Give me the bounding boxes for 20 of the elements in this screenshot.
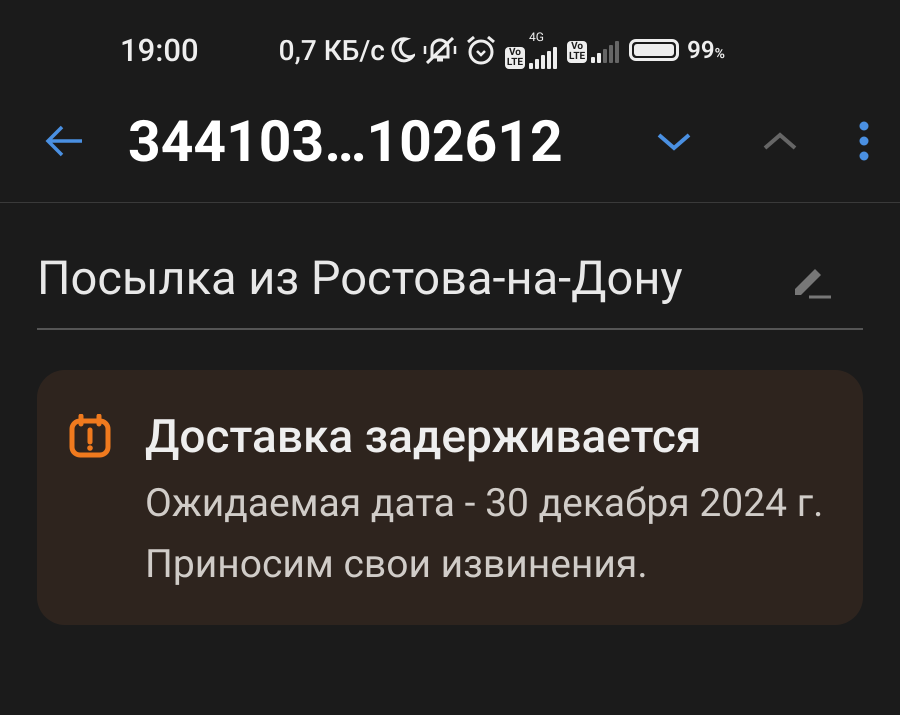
notice-text: Ожидаемая дата - 30 декабря 2024 г. <box>145 479 824 528</box>
next-button[interactable] <box>656 131 692 151</box>
tracking-number: 344103…102612 <box>128 108 564 174</box>
notice-text: Приносим свои извинения. <box>145 540 649 589</box>
volte-text: LTE <box>569 52 586 62</box>
network-type: 4G <box>529 31 544 43</box>
back-button[interactable] <box>44 125 84 157</box>
muted-bell-icon <box>422 35 457 65</box>
moon-icon <box>388 36 415 64</box>
volte-text: Vo <box>571 42 584 52</box>
notice-title: Доставка задерживается <box>145 410 702 464</box>
volte-text: LTE <box>506 58 524 68</box>
more-menu-button[interactable] <box>858 121 870 161</box>
alarm-icon <box>464 34 497 66</box>
volte-text: Vo <box>508 48 521 58</box>
network-speed: 0,7 КБ/с <box>278 34 385 66</box>
calendar-alert-icon <box>69 414 111 458</box>
name-field[interactable]: Посылка из Ростова-на-Дону <box>37 251 863 330</box>
battery-percent: 99% <box>687 36 725 64</box>
clock-time: 19:00 <box>120 32 199 68</box>
